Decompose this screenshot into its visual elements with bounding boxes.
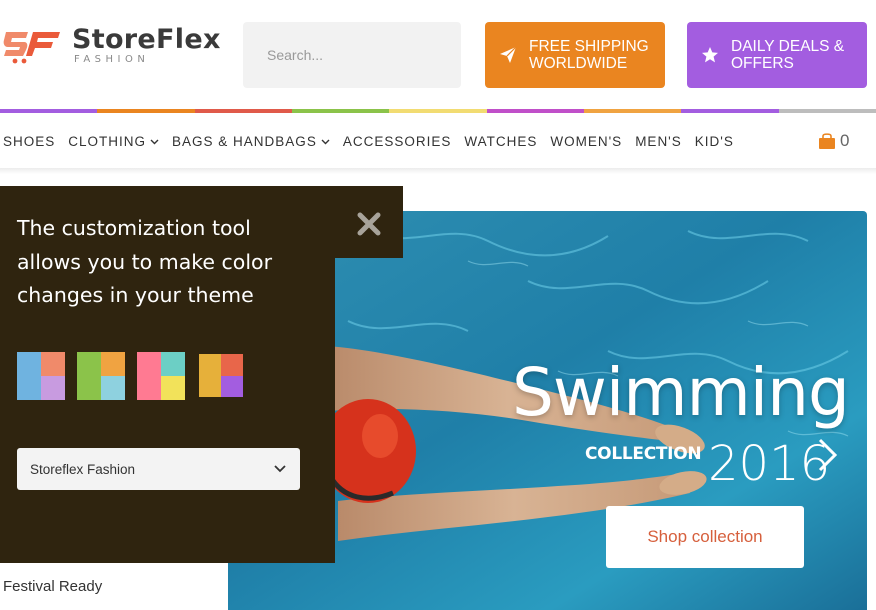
stripe-segment bbox=[583, 109, 682, 113]
stripe-segment bbox=[97, 109, 195, 113]
nav-item-men-s[interactable]: MEN'S bbox=[635, 134, 682, 149]
free-shipping-button[interactable]: FREE SHIPPING WORLDWIDE bbox=[485, 22, 665, 88]
stripe-segment bbox=[389, 109, 487, 113]
stripe-segment bbox=[681, 109, 779, 113]
free-shipping-label-line2: WORLDWIDE bbox=[529, 55, 628, 72]
color-swatch-4[interactable] bbox=[199, 354, 243, 397]
nav-item-label: CLOTHING bbox=[68, 134, 147, 149]
stripe-segment bbox=[0, 109, 98, 113]
nav-item-bags-handbags[interactable]: BAGS & HANDBAGS bbox=[172, 134, 330, 149]
swatch-cell bbox=[161, 352, 185, 376]
swatch-cell bbox=[137, 352, 161, 376]
swatch-cell bbox=[77, 352, 101, 376]
brand-logo[interactable]: StoreFlex FASHION bbox=[2, 22, 221, 68]
star-icon bbox=[702, 47, 718, 63]
hero-subtitle: COLLECTION bbox=[585, 444, 702, 464]
customization-description: The customization tool allows you to mak… bbox=[17, 216, 273, 307]
brand-tagline: FASHION bbox=[74, 53, 150, 65]
swatch-cell bbox=[101, 376, 125, 400]
nav-item-label: BAGS & HANDBAGS bbox=[172, 134, 317, 149]
cart-button[interactable]: 0 bbox=[818, 131, 849, 151]
nav-item-clothing[interactable]: CLOTHING bbox=[68, 134, 159, 149]
chevron-down-icon bbox=[150, 139, 159, 144]
swatch-cell bbox=[199, 375, 221, 397]
stripe-segment bbox=[194, 109, 292, 113]
chevron-down-icon bbox=[321, 139, 330, 144]
swatch-cell bbox=[221, 354, 243, 376]
nav-item-label: WOMEN'S bbox=[550, 134, 623, 149]
next-slide-arrow-icon[interactable] bbox=[816, 436, 840, 474]
swatch-cell bbox=[161, 376, 185, 400]
close-icon[interactable] bbox=[356, 211, 382, 237]
theme-select[interactable]: Storeflex Fashion bbox=[17, 448, 300, 490]
color-swatch-1[interactable] bbox=[17, 352, 65, 400]
stripe-segment bbox=[778, 109, 876, 113]
swatch-cell bbox=[17, 376, 41, 400]
paper-plane-icon bbox=[500, 46, 517, 63]
nav-item-label: ACCESSORIES bbox=[342, 134, 452, 149]
nav-item-label: KID'S bbox=[694, 134, 734, 149]
hero-year: 2016 bbox=[708, 436, 831, 492]
shopping-bag-icon bbox=[819, 133, 835, 149]
storefront-page: StoreFlex FASHION FREE SHIPPING WORLDWID… bbox=[0, 0, 876, 610]
swatch-cell bbox=[17, 352, 41, 376]
swatch-cell bbox=[199, 354, 221, 376]
side-menu-item-festival-ready[interactable]: Festival Ready bbox=[3, 578, 102, 595]
stripe-segment bbox=[291, 109, 390, 113]
daily-deals-button[interactable]: DAILY DEALS & OFFERS bbox=[687, 22, 867, 88]
daily-deals-label-line2: OFFERS bbox=[731, 55, 794, 72]
main-nav: SHOES CLOTHING BAGS & HANDBAGS ACCESSORIES W… bbox=[3, 134, 747, 149]
nav-item-shoes[interactable]: SHOES bbox=[3, 134, 55, 149]
nav-item-watches[interactable]: WATCHES bbox=[464, 134, 537, 149]
nav-item-label: SHOES bbox=[3, 134, 56, 149]
brand-name: StoreFlex bbox=[72, 23, 221, 55]
swatch-cell bbox=[77, 376, 101, 400]
swatch-cell bbox=[41, 376, 65, 400]
chevron-down-icon bbox=[274, 465, 286, 473]
swatch-cell bbox=[221, 375, 243, 397]
nav-shadow bbox=[0, 168, 876, 174]
nav-item-label: MEN'S bbox=[635, 134, 682, 149]
nav-item-women-s[interactable]: WOMEN'S bbox=[550, 134, 622, 149]
search-input[interactable] bbox=[267, 47, 448, 63]
swatch-cell bbox=[101, 352, 125, 376]
nav-item-accessories[interactable]: ACCESSORIES bbox=[343, 134, 452, 149]
daily-deals-label-line1: DAILY DEALS & bbox=[731, 38, 845, 55]
search-box bbox=[243, 22, 461, 88]
cart-count: 0 bbox=[840, 131, 850, 150]
brand-mark-icon bbox=[2, 22, 64, 68]
nav-item-kid-s[interactable]: KID'S bbox=[695, 134, 734, 149]
stripe-segment bbox=[486, 109, 584, 113]
swatch-cell bbox=[137, 376, 161, 400]
shop-collection-button[interactable]: Shop collection bbox=[606, 506, 804, 568]
swatch-cell bbox=[41, 352, 65, 376]
hero-title: Swimming bbox=[512, 354, 850, 431]
theme-select-value: Storeflex Fashion bbox=[30, 461, 136, 477]
color-stripe-divider bbox=[0, 109, 876, 113]
color-swatch-2[interactable] bbox=[77, 352, 125, 400]
free-shipping-label-line1: FREE SHIPPING bbox=[529, 38, 649, 55]
nav-item-label: WATCHES bbox=[464, 134, 538, 149]
color-swatch-3[interactable] bbox=[137, 352, 185, 400]
